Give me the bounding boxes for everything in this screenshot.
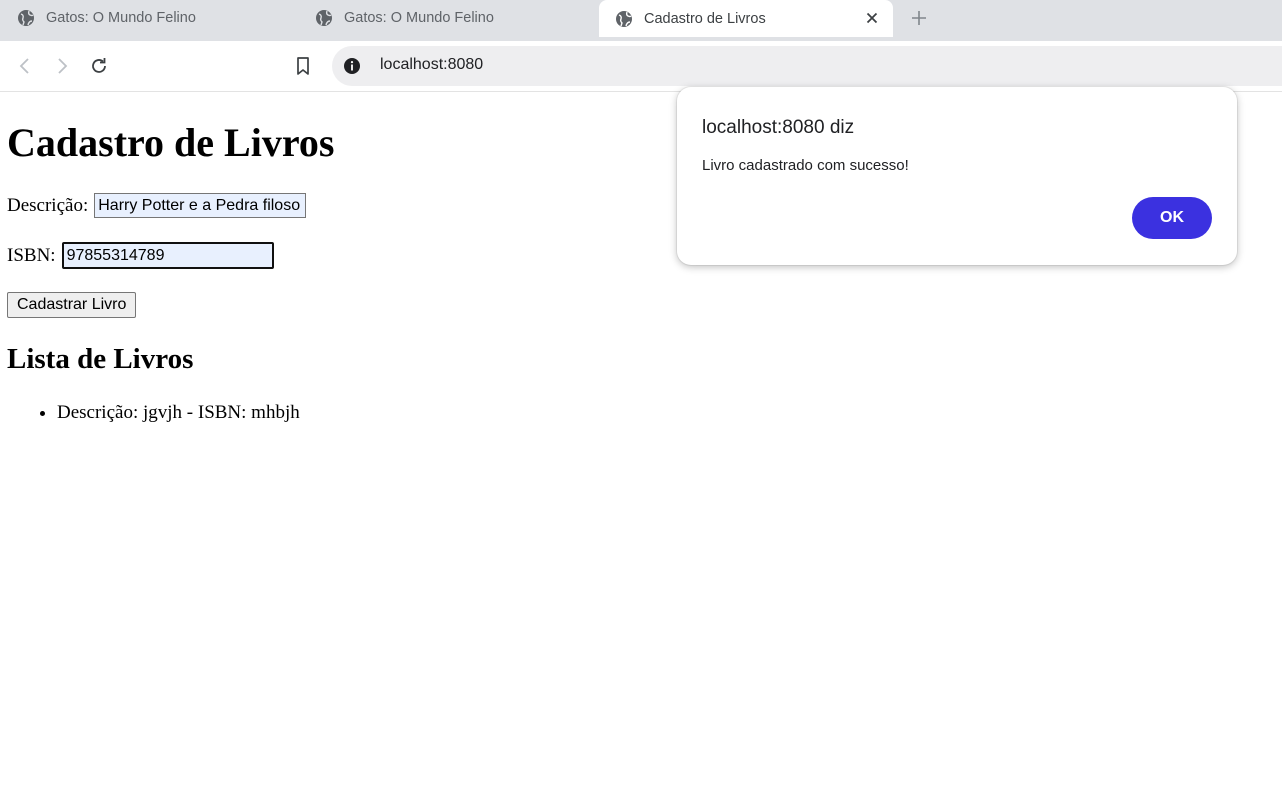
description-label: Descrição: xyxy=(7,194,89,216)
isbn-input[interactable] xyxy=(61,242,274,269)
tab-title: Cadastro de Livros xyxy=(644,10,766,27)
globe-icon xyxy=(316,10,332,26)
description-row: Descrição: xyxy=(7,193,307,218)
url-text: localhost:8080 xyxy=(380,56,484,73)
dialog-title: localhost:8080 diz xyxy=(702,117,855,138)
description-input[interactable] xyxy=(94,193,307,218)
page-title: Cadastro de Livros xyxy=(7,120,335,165)
book-list: Descrição: jgvjh - ISBN: mhbjh xyxy=(57,401,300,425)
isbn-label: ISBN: xyxy=(7,244,56,266)
tab-strip: Gatos: O Mundo Felino Gatos: O Mundo Fel… xyxy=(0,0,1282,41)
tab-cadastro-livros[interactable]: Cadastro de Livros xyxy=(599,0,893,37)
site-info-icon[interactable] xyxy=(343,57,361,75)
back-icon[interactable] xyxy=(14,55,36,77)
tab-gatos-2[interactable]: Gatos: O Mundo Felino xyxy=(315,0,595,36)
alert-dialog: localhost:8080 diz Livro cadastrado com … xyxy=(677,87,1237,265)
globe-icon xyxy=(616,10,632,27)
isbn-row: ISBN: xyxy=(7,242,274,269)
reload-icon[interactable] xyxy=(88,55,110,77)
tab-title: Gatos: O Mundo Felino xyxy=(46,10,196,26)
book-list-title: Lista de Livros xyxy=(7,343,194,375)
globe-icon xyxy=(18,10,34,26)
new-tab-icon[interactable] xyxy=(909,8,929,28)
ok-button[interactable]: OK xyxy=(1132,197,1212,239)
bookmark-icon[interactable] xyxy=(292,55,314,77)
list-item: Descrição: jgvjh - ISBN: mhbjh xyxy=(57,401,300,425)
dialog-message: Livro cadastrado com sucesso! xyxy=(702,157,909,174)
close-tab-icon[interactable] xyxy=(864,10,880,26)
register-book-button[interactable]: Cadastrar Livro xyxy=(7,292,137,318)
address-bar[interactable]: localhost:8080 xyxy=(332,46,1282,86)
browser-toolbar: localhost:8080 xyxy=(0,41,1282,92)
tab-gatos-1[interactable]: Gatos: O Mundo Felino xyxy=(17,0,297,36)
forward-icon[interactable] xyxy=(51,55,73,77)
tab-title: Gatos: O Mundo Felino xyxy=(344,10,494,26)
